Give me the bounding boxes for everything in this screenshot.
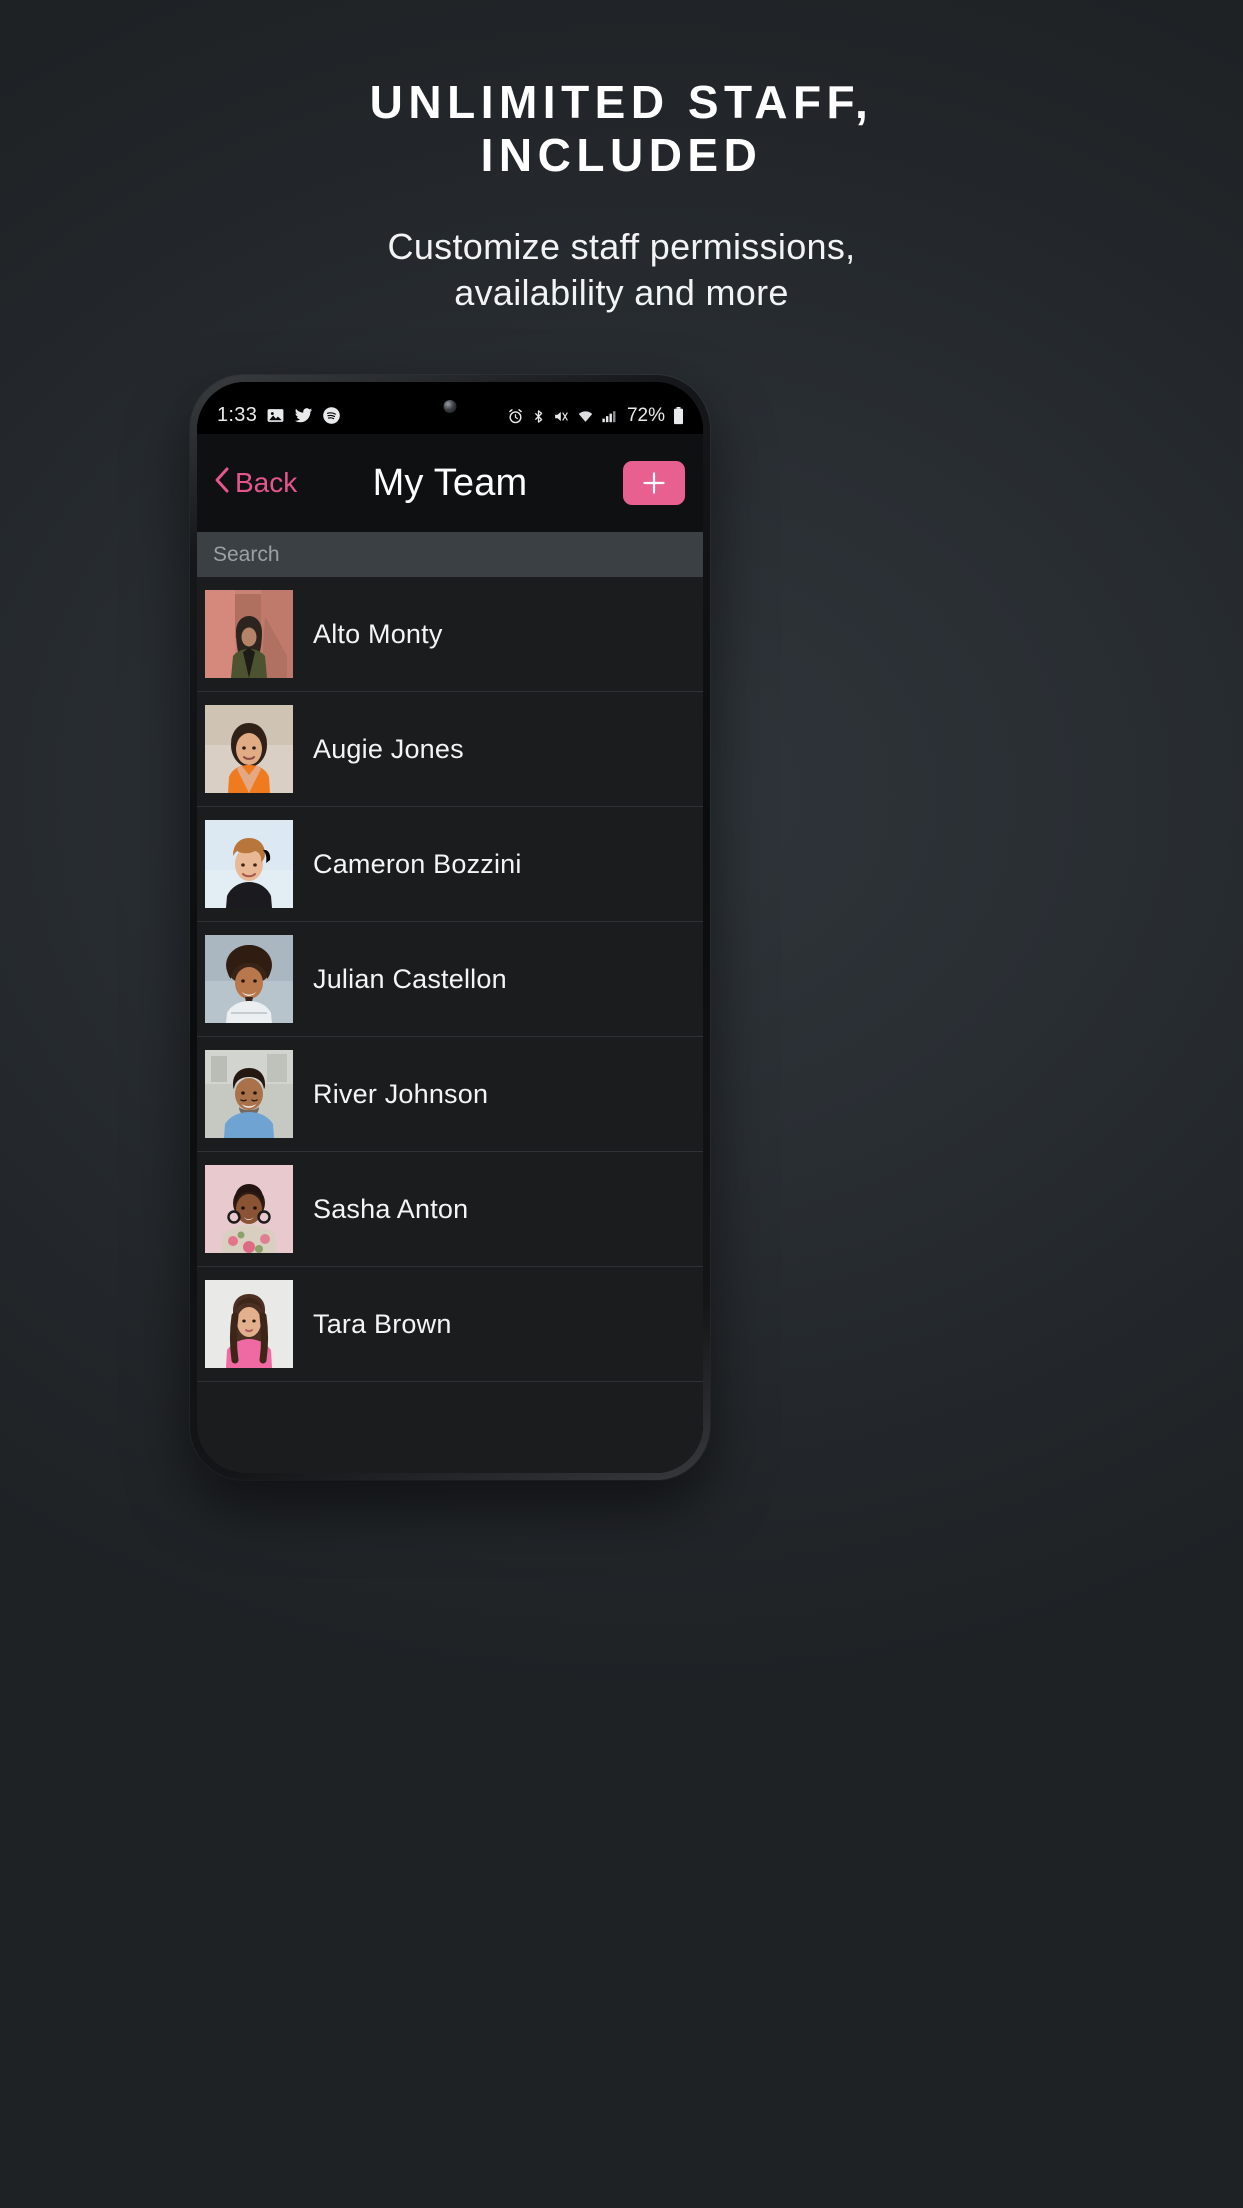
search-placeholder: Search: [213, 542, 280, 566]
team-list[interactable]: Alto Monty Augie Jones Cameron Bozzini J…: [197, 577, 703, 1473]
table-row[interactable]: River Johnson: [197, 1037, 703, 1152]
subtitle-line-1: Customize staff permissions,: [387, 225, 856, 267]
avatar: [205, 1280, 293, 1368]
wifi-icon: [577, 408, 594, 425]
table-row[interactable]: Alto Monty: [197, 577, 703, 692]
list-item-label: Cameron Bozzini: [313, 848, 522, 879]
search-input[interactable]: Search: [197, 532, 703, 577]
list-item-label: Sasha Anton: [313, 1193, 469, 1224]
alarm-icon: [507, 408, 524, 425]
list-item-label: Augie Jones: [313, 733, 464, 764]
headline-line-1: UNLIMITED STAFF,: [369, 76, 874, 128]
list-item-label: Julian Castellon: [313, 963, 507, 994]
vibrate-icon: [553, 408, 570, 425]
avatar: [205, 1165, 293, 1253]
battery-icon: [672, 407, 685, 425]
twitter-icon: [294, 406, 313, 425]
back-button-label: Back: [235, 467, 298, 498]
table-row[interactable]: Julian Castellon: [197, 922, 703, 1037]
spotify-icon: [322, 406, 341, 425]
avatar: [205, 705, 293, 793]
bluetooth-icon: [531, 408, 546, 425]
headline-line-2: INCLUDED: [480, 129, 763, 182]
front-camera-icon: [443, 400, 457, 413]
add-staff-button[interactable]: [623, 461, 685, 505]
battery-percent: 72%: [626, 405, 665, 426]
promo-copy: UNLIMITED STAFF, INCLUDED Customize staf…: [0, 78, 1243, 316]
phone-mockup: 1:33 72% Back My Team Search Alto Monty …: [190, 375, 710, 1480]
promo-subtitle: Customize staff permissions, availabilit…: [0, 224, 1243, 316]
list-item-label: Tara Brown: [313, 1308, 452, 1339]
cellular-signal-icon: [601, 408, 618, 425]
avatar: [205, 820, 293, 908]
avatar: [205, 590, 293, 678]
back-button[interactable]: Back: [209, 460, 301, 507]
page-title: UNLIMITED STAFF, INCLUDED: [0, 78, 1243, 180]
table-row[interactable]: Augie Jones: [197, 692, 703, 807]
list-item-label: River Johnson: [313, 1078, 489, 1109]
subtitle-line-2: availability and more: [454, 271, 789, 313]
photos-icon: [266, 406, 285, 425]
table-row[interactable]: Cameron Bozzini: [197, 807, 703, 922]
avatar: [205, 1050, 293, 1138]
nav-bar: Back My Team: [197, 434, 703, 532]
plus-icon: [641, 470, 667, 496]
list-item-label: Alto Monty: [313, 618, 443, 649]
table-row[interactable]: Tara Brown: [197, 1267, 703, 1382]
avatar: [205, 935, 293, 1023]
status-bar-right: 72%: [507, 405, 685, 427]
status-bar-left: 1:33: [217, 404, 341, 427]
phone-screen: 1:33 72% Back My Team Search Alto Monty …: [197, 382, 703, 1473]
status-clock: 1:33: [217, 404, 258, 426]
chevron-left-icon: [213, 466, 231, 501]
table-row[interactable]: Sasha Anton: [197, 1152, 703, 1267]
